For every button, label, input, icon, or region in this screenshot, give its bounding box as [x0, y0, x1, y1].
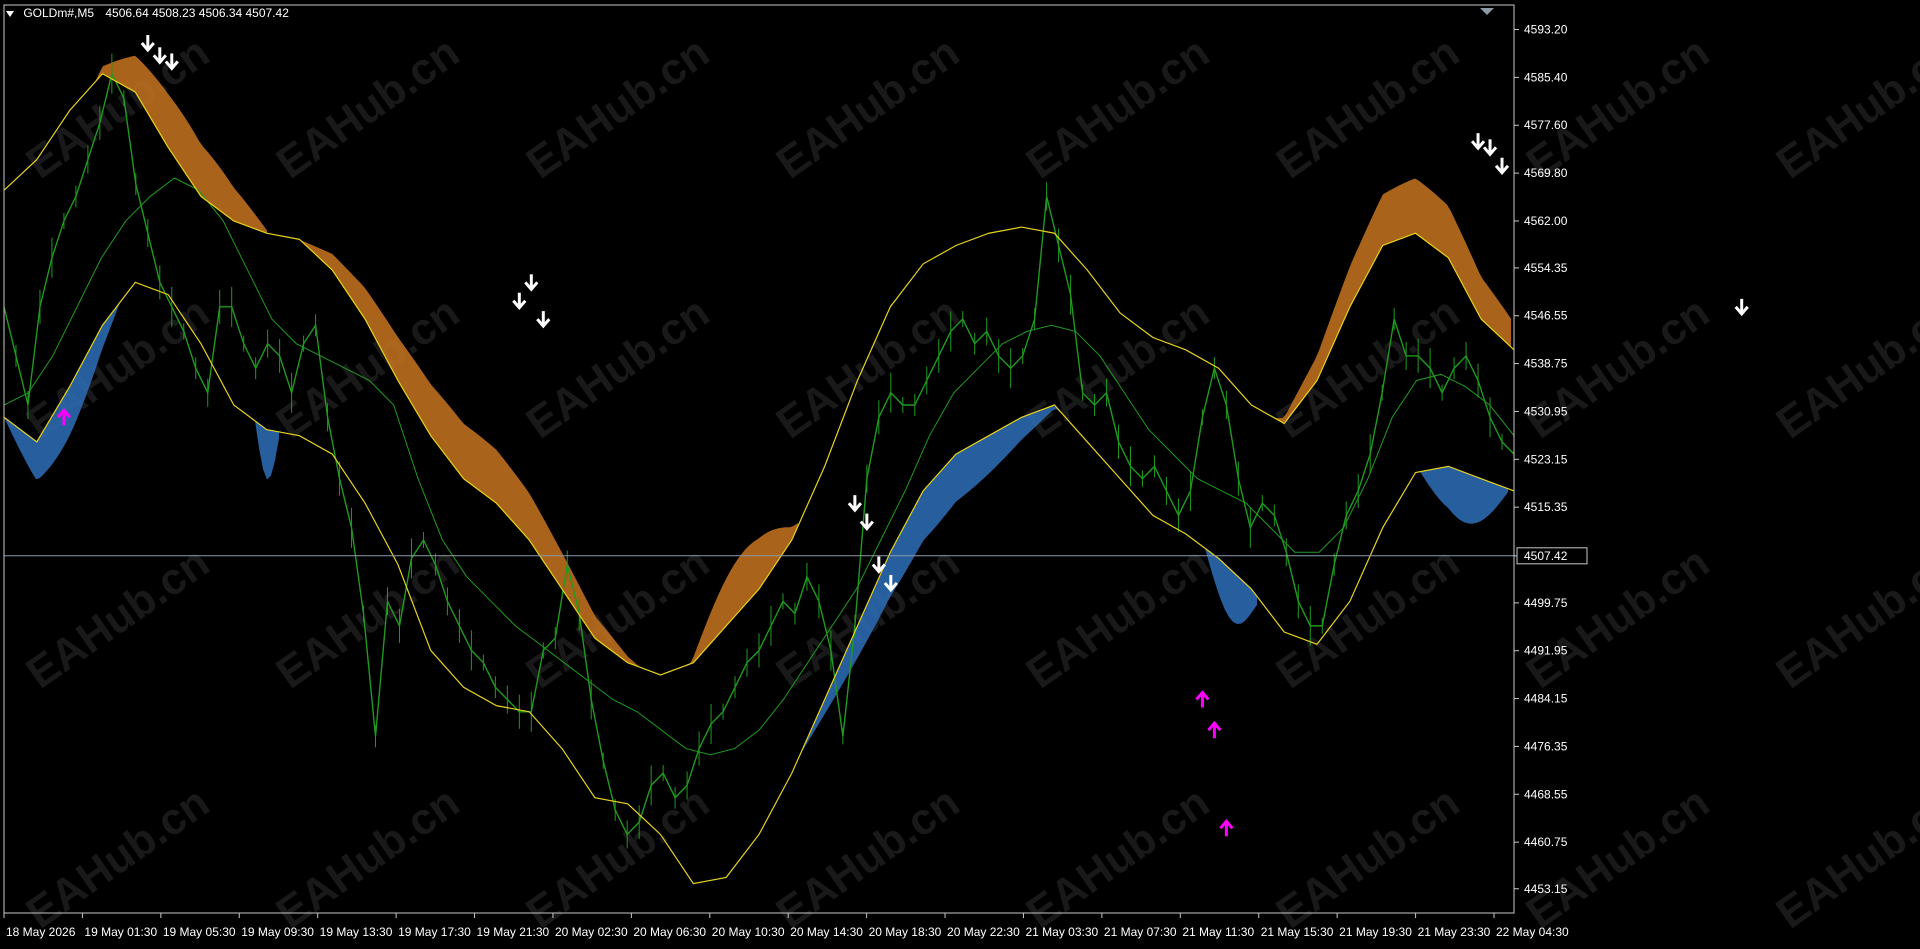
- x-tick-label: 20 May 14:30: [790, 925, 863, 939]
- x-tick-label: 21 May 19:30: [1339, 925, 1412, 939]
- buy-signal-arrow-icon[interactable]: [1207, 720, 1222, 739]
- x-tick-label: 20 May 06:30: [633, 925, 706, 939]
- y-tick-label: 4569.80: [1524, 166, 1568, 180]
- x-tick-label: 19 May 17:30: [398, 925, 471, 939]
- watermark-text: EAHub.cn: [768, 777, 968, 938]
- dropdown-triangle-icon[interactable]: [6, 10, 14, 17]
- sell-signal-arrow-icon[interactable]: [1734, 298, 1749, 317]
- x-tick-label: 22 May 04:30: [1496, 925, 1569, 939]
- chart-info-bar: GOLDm#,M5 4506.64 4508.23 4506.34 4507.4…: [6, 6, 289, 20]
- sell-signal-arrow-icon[interactable]: [1482, 139, 1498, 157]
- watermark-text: EAHub.cn: [1018, 777, 1218, 938]
- x-tick-label: 21 May 15:30: [1261, 925, 1334, 939]
- bearish-band-fill: [1275, 178, 1511, 423]
- symbol-label: GOLDm#,M5: [23, 6, 95, 20]
- x-tick-label: 21 May 11:30: [1182, 925, 1254, 939]
- bearish-band-fill: [690, 522, 798, 664]
- y-tick-label: 4515.35: [1524, 500, 1568, 514]
- x-tick-label: 21 May 07:30: [1104, 925, 1177, 939]
- y-tick-label: 4460.75: [1524, 835, 1568, 849]
- watermark-text: EAHub.cn: [1268, 777, 1468, 938]
- y-tick-label: 4577.60: [1524, 118, 1568, 132]
- x-tick-label: 20 May 22:30: [947, 925, 1020, 939]
- x-tick-label: 19 May 21:30: [477, 925, 550, 939]
- x-tick-label: 19 May 01:30: [84, 925, 157, 939]
- watermark-text: EAHub.cn: [268, 777, 468, 938]
- watermark-text: EAHub.cn: [268, 27, 468, 188]
- sell-signal-arrow-icon[interactable]: [524, 274, 539, 292]
- y-tick-label: 4523.15: [1524, 452, 1568, 466]
- sell-signal-arrow-icon[interactable]: [847, 495, 863, 513]
- x-tick-label: 19 May 09:30: [241, 925, 314, 939]
- ohlc-values: 4506.64 4508.23 4506.34 4507.42: [105, 6, 289, 20]
- watermark-text: EAHub.cn: [768, 287, 968, 448]
- x-tick-label: 18 May 2026: [6, 925, 76, 939]
- x-tick-label: 21 May 03:30: [1025, 925, 1098, 939]
- y-tick-label: 4491.95: [1524, 644, 1568, 658]
- watermark-text: EAHub.cn: [518, 287, 718, 448]
- y-tick-label: 4554.35: [1524, 261, 1568, 275]
- bullish-band-fill: [1420, 466, 1508, 524]
- price-chart[interactable]: EAHub.cn EAHub.cn EAHub.cn EAHub.cn EAHub.cn…: [0, 0, 1920, 949]
- sell-signal-arrow-icon[interactable]: [1470, 133, 1486, 151]
- y-tick-label: 4593.20: [1524, 23, 1568, 37]
- y-tick-label: 4453.15: [1524, 882, 1568, 896]
- buy-signal-arrow-icon[interactable]: [1195, 690, 1210, 708]
- x-tick-label: 20 May 02:30: [555, 925, 628, 939]
- watermark-text: EAHub.cn: [1018, 287, 1218, 448]
- bullish-band-fill: [1205, 548, 1257, 624]
- x-tick-label: 19 May 13:30: [320, 925, 393, 939]
- x-tick-label: 20 May 18:30: [869, 925, 942, 939]
- watermark-text: EAHub.cn: [1768, 287, 1920, 448]
- x-tick-label: 19 May 05:30: [163, 925, 236, 939]
- buy-signal-arrow-icon[interactable]: [1219, 819, 1234, 837]
- watermark-text: EAHub.cn: [1018, 27, 1218, 188]
- watermark-text: EAHub.cn: [1268, 27, 1468, 188]
- watermark-text: EAHub.cn: [268, 537, 468, 698]
- watermark-text: EAHub.cn: [18, 537, 218, 698]
- y-tick-label: 4468.55: [1524, 787, 1568, 801]
- plot-area[interactable]: [3, 35, 1749, 885]
- watermark-text: EAHub.cn: [1768, 537, 1920, 698]
- sell-signal-arrow-icon[interactable]: [512, 292, 527, 311]
- x-tick-label: 20 May 10:30: [712, 925, 785, 939]
- watermark-text: EAHub.cn: [1518, 777, 1718, 938]
- watermark-text: EAHub.cn: [768, 27, 968, 188]
- watermark-text: EAHub.cn: [1018, 537, 1218, 698]
- x-tick-label: 21 May 23:30: [1418, 925, 1491, 939]
- chart-window[interactable]: EAHub.cn EAHub.cn EAHub.cn EAHub.cn EAHub.cn…: [0, 0, 1920, 949]
- watermark-text: EAHub.cn: [1768, 27, 1920, 188]
- sell-signal-arrow-icon[interactable]: [140, 35, 155, 53]
- chart-shift-marker-icon[interactable]: [1480, 8, 1494, 15]
- sell-signal-arrow-icon[interactable]: [536, 311, 551, 329]
- watermark-text: EAHub.cn: [18, 777, 218, 938]
- sell-signal-arrow-icon[interactable]: [1494, 157, 1510, 176]
- y-tick-label: 4476.35: [1524, 739, 1568, 753]
- y-tick-label: 4538.75: [1524, 357, 1568, 371]
- y-tick-label: 4484.15: [1524, 692, 1568, 706]
- watermark-text: EAHub.cn: [1518, 27, 1718, 188]
- y-tick-label: 4585.40: [1524, 70, 1568, 84]
- y-tick-label: 4562.00: [1524, 214, 1568, 228]
- watermark-text: EAHub.cn: [1268, 287, 1468, 448]
- y-tick-label: 4530.95: [1524, 404, 1568, 418]
- watermark-text: EAHub.cn: [1768, 777, 1920, 938]
- watermark-text: EAHub.cn: [518, 27, 718, 188]
- y-tick-label: 4507.42: [1524, 549, 1568, 563]
- y-tick-label: 4546.55: [1524, 309, 1568, 323]
- y-tick-label: 4499.75: [1524, 596, 1568, 610]
